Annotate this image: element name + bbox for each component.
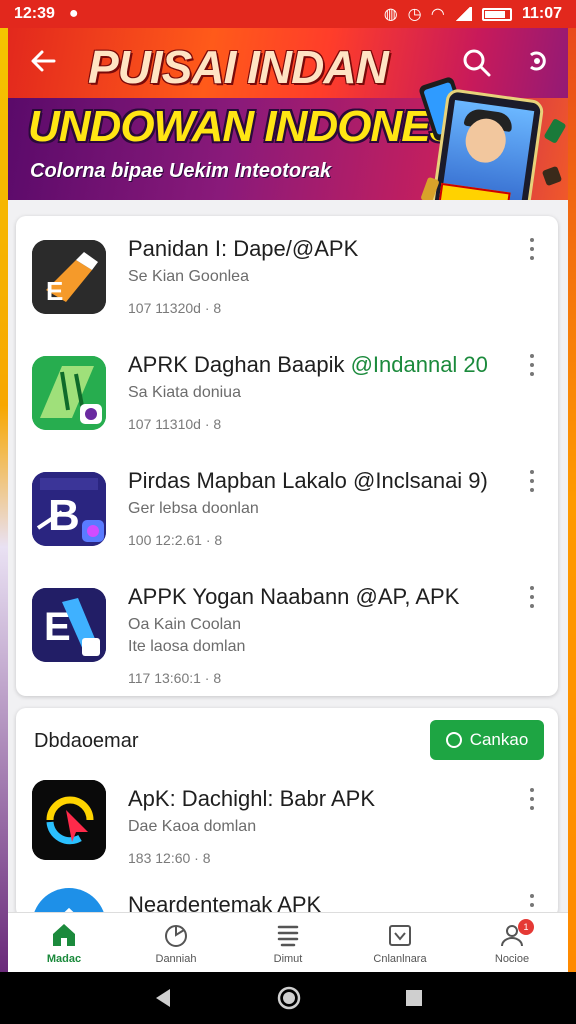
app-list-card: E Panidan I: Dape/@APK Se Kian Goonlea 1… [16,216,558,696]
app-publisher-secondary: Ite laosa domlan [128,638,246,655]
document-app-icon: E [32,588,106,662]
banner-promo-image [429,87,545,200]
nav-item-list[interactable]: Dimut [232,913,344,972]
home-circle-icon[interactable] [277,986,301,1010]
account-icon[interactable] [522,46,552,76]
left-frame-decoration [0,28,8,972]
nav-item-profile[interactable]: 1 Nocioe [456,913,568,972]
svg-text:B: B [48,491,80,540]
wifi-icon: ◠ [431,6,444,23]
vibrate-icon: ◍ [383,6,398,23]
app-meta: 107 11310d · 8 [128,416,222,432]
app-publisher: Sa Kiata doniua [128,384,241,401]
more-options-icon[interactable] [524,586,540,614]
nav-label: Nocioe [494,953,530,965]
circle-icon [445,732,462,748]
app-meta: 107 11320d · 8 [128,300,222,316]
status-clock-right: 11:07 [521,5,562,22]
right-frame-decoration [568,28,576,972]
nav-item-library[interactable]: Cnlanlnara [344,913,456,972]
nav-label: Dimut [273,953,303,965]
nav-item-home[interactable]: Madac [8,913,120,972]
apps-icon [165,925,187,947]
app-title: Pirdas Mapban Lakalo @Inclsanai 9) [128,468,488,493]
signal-icon [453,7,472,21]
nav-label: Cnlanlnara [373,953,427,965]
app-title: ApK: Dachighl: Babr APK [128,786,376,811]
list-icon [277,925,299,947]
promo-banner[interactable]: PUISAI INDAN UNDOWAN INDONESIA Colorna b… [8,28,568,200]
alarm-icon: ◷ [407,6,422,23]
banner-top-title: PUISAI INDAN [88,41,389,93]
app-meta: 100 12:2.61 · 8 [128,532,223,548]
letter-b-app-icon: B [32,472,106,546]
app-title: APPK Yogan Naabann @AP, APK [128,584,460,609]
app-title: Panidan I: Dape/@APK [128,236,359,261]
app-meta: 117 13:60:1 · 8 [128,670,222,686]
nav-label: Madac [46,953,82,965]
app-meta: 183 12:60 · 8 [128,850,211,866]
status-bar: 12:39 ● ◍ ◷ ◠ 11:07 [0,0,576,28]
search-icon[interactable] [462,48,492,78]
nav-item-apps[interactable]: Danniah [120,913,232,972]
back-arrow-icon[interactable] [30,48,56,74]
battery-icon [481,7,512,21]
library-icon [389,925,411,946]
list-item[interactable]: APRK Daghan Baapik @Indannal 20 Sa Kiata… [16,332,558,448]
app-title: APRK Daghan Baapik @Indannal 20 [128,352,488,377]
status-icons: ◍ ◷ ◠ 11:07 [384,4,562,24]
section-card: Dbdaoemar Cankao ApK: Dachighl: Babr APK… [16,708,558,918]
bottom-navigation: Madac Danniah Dimut Cnlanlnara 1 Nocioe [8,912,568,972]
section-title: Dbdaoemar [34,730,139,752]
app-publisher: Ger lebsa doonlan [128,500,259,517]
list-item[interactable]: B Pirdas Mapban Lakalo @Inclsanai 9) Ger… [16,448,558,564]
pencil-app-icon: E [32,240,106,314]
app-publisher: Se Kian Goonlea [128,268,249,285]
more-options-icon[interactable] [524,470,540,498]
system-navigation-bar [0,972,576,1024]
more-options-icon[interactable] [524,354,540,382]
notification-badge: 1 [518,919,534,935]
nav-label: Danniah [155,953,197,965]
app-publisher: Oa Kain Coolan [128,616,241,633]
list-item[interactable]: E APPK Yogan Naabann @AP, APK Oa Kain Co… [16,564,558,696]
banner-subtitle: Colorna bipae Uekim Inteotorak [30,160,332,182]
home-icon [53,924,75,946]
section-action-button[interactable]: Cankao [430,720,544,760]
status-time: 12:39 [14,5,55,22]
list-item[interactable]: ApK: Dachighl: Babr APK Dae Kaoa domlan … [16,764,558,880]
list-item[interactable]: E Panidan I: Dape/@APK Se Kian Goonlea 1… [16,216,558,332]
notification-icon: ● [68,5,79,22]
green-mosque-icon [32,356,106,430]
more-options-icon[interactable] [524,788,540,816]
svg-text:E: E [46,276,63,306]
section-action-label: Cankao [469,730,529,749]
recents-square-icon[interactable] [404,988,424,1008]
more-options-icon[interactable] [524,238,540,266]
app-publisher: Dae Kaoa domlan [128,818,257,835]
back-triangle-icon[interactable] [152,987,174,1009]
cursor-app-icon [32,780,106,860]
